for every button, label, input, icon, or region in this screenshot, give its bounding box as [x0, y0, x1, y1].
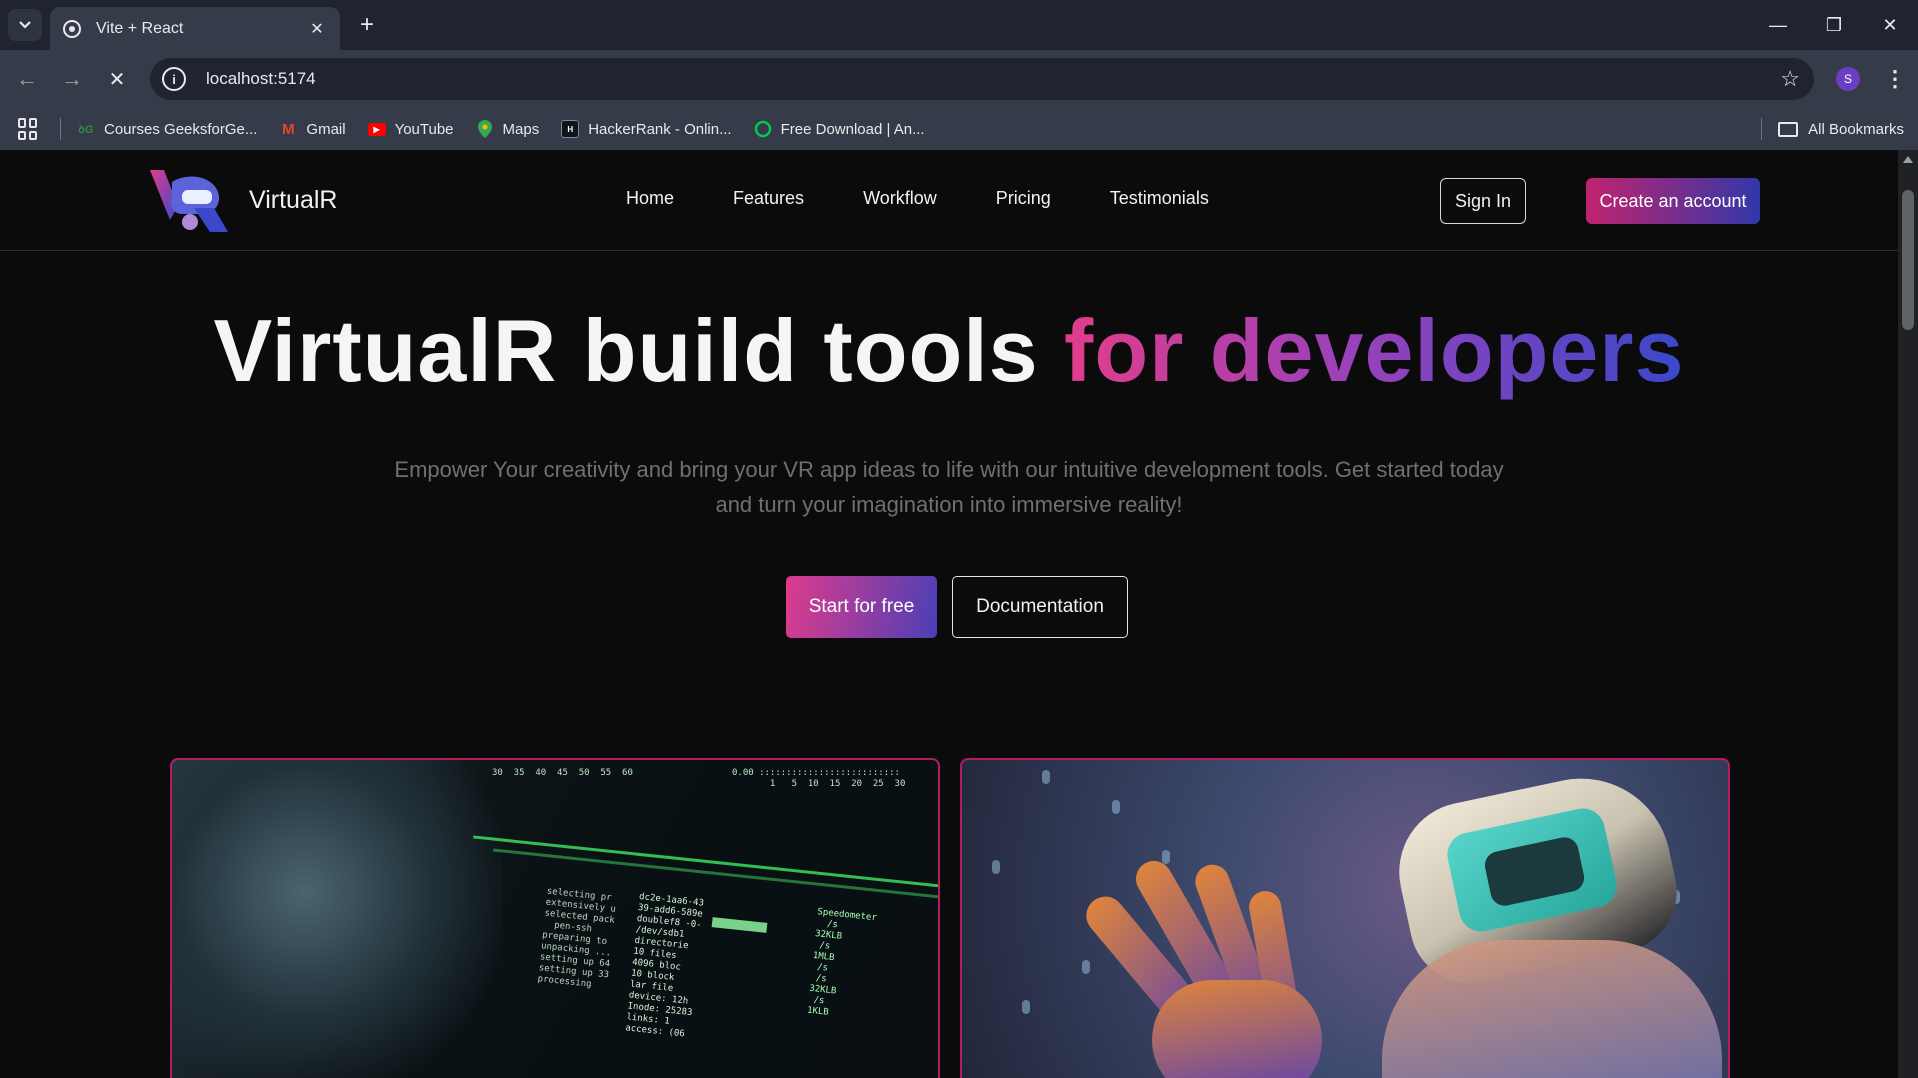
address-bar[interactable]: i localhost:5174 ☆ — [150, 58, 1814, 100]
page-viewport: VirtualR Home Features Workflow Pricing … — [0, 150, 1898, 1078]
bookmark-label: Free Download | An... — [780, 120, 925, 138]
hero-title: VirtualR build tools for developers — [0, 300, 1898, 402]
youtube-icon: ▶ — [367, 122, 386, 136]
profile-avatar[interactable]: S — [1836, 67, 1860, 91]
page-scrollbar[interactable] — [1898, 150, 1918, 1078]
all-bookmarks-label: All Bookmarks — [1808, 120, 1904, 138]
vr-headset-image — [960, 758, 1730, 1078]
main-nav: Home Features Workflow Pricing Testimoni… — [626, 188, 1268, 209]
tab-search-button[interactable] — [8, 9, 42, 41]
all-bookmarks[interactable]: All Bookmarks — [1761, 108, 1904, 150]
back-arrow-icon[interactable]: ← — [10, 62, 44, 96]
hackerrank-icon: H — [561, 120, 580, 138]
scroll-up-arrow-icon[interactable] — [1903, 156, 1913, 163]
browser-menu-icon[interactable]: ⋮ — [1880, 62, 1910, 96]
bookmark-youtube[interactable]: ▶ YouTube — [367, 120, 454, 138]
bookmarks-divider — [1761, 118, 1763, 140]
browser-toolbar: ← → ✕ i localhost:5174 ☆ S ⋮ — [0, 50, 1918, 108]
new-tab-button[interactable]: + — [352, 10, 382, 40]
folder-icon — [1778, 121, 1799, 137]
gmail-icon: M — [282, 120, 295, 138]
bokeh-dot — [992, 860, 1000, 874]
terminal-text-column: dc2e-1aa6-43 39-add6-589e doublef8 -0- /… — [624, 891, 705, 1040]
scrollbar-thumb[interactable] — [1902, 190, 1914, 330]
sign-in-button[interactable]: Sign In — [1440, 178, 1526, 224]
restore-icon[interactable]: ❐ — [1806, 0, 1862, 50]
bookmark-label: Courses GeeksforGe... — [104, 120, 258, 138]
bookmark-star-icon[interactable]: ☆ — [1780, 66, 1800, 92]
tab-title: Vite + React — [96, 19, 184, 37]
chevron-down-icon — [19, 21, 31, 29]
bokeh-dot — [1112, 800, 1120, 814]
apps-grid-icon[interactable] — [18, 118, 40, 140]
close-tab-icon[interactable]: ✕ — [306, 18, 328, 40]
bokeh-dot — [1162, 850, 1170, 864]
bokeh-dot — [1022, 1000, 1030, 1014]
minimize-icon[interactable]: — — [1750, 0, 1806, 50]
brand-name[interactable]: VirtualR — [249, 186, 337, 215]
terminal-cursor-block — [711, 917, 768, 933]
bookmark-gmail[interactable]: M Gmail — [279, 120, 345, 138]
vite-favicon-icon — [62, 19, 82, 39]
bokeh-dot — [1082, 960, 1090, 974]
nav-link-pricing[interactable]: Pricing — [996, 188, 1051, 209]
blurred-person-shape — [172, 760, 502, 1078]
maps-icon — [476, 120, 494, 138]
bookmark-maps[interactable]: Maps — [476, 120, 540, 138]
bokeh-dot — [1042, 770, 1050, 784]
site-navbar: VirtualR Home Features Workflow Pricing … — [0, 150, 1898, 251]
bookmark-label: Gmail — [306, 120, 346, 138]
terminal-text-column: selecting pr extensively u selected pack… — [537, 886, 617, 990]
code-terminal-image: selecting pr extensively u selected pack… — [170, 758, 940, 1078]
site-info-icon[interactable]: i — [162, 67, 186, 91]
nav-link-features[interactable]: Features — [733, 188, 804, 209]
bookmark-label: YouTube — [394, 120, 454, 138]
create-account-button[interactable]: Create an account — [1586, 178, 1760, 224]
terminal-highlight-line — [473, 835, 938, 888]
stop-loading-icon[interactable]: ✕ — [100, 62, 134, 96]
bookmarks-bar: ꝺG Courses GeeksforGe... M Gmail ▶ YouTu… — [0, 108, 1918, 150]
bookmark-geeksforgeeks[interactable]: ꝺG Courses GeeksforGe... — [77, 120, 257, 138]
hero-subtitle: Empower Your creativity and bring your V… — [394, 457, 1504, 517]
hand-palm-shape — [1152, 980, 1322, 1078]
forward-arrow-icon[interactable]: → — [55, 62, 89, 96]
person-face-shape — [1382, 940, 1722, 1078]
hero-title-plain: VirtualR build tools — [213, 301, 1065, 400]
browser-tabstrip: Vite + React ✕ + — ❐ ✕ — [0, 0, 1918, 50]
close-window-icon[interactable]: ✕ — [1862, 0, 1918, 50]
terminal-text-column: Speedometer /s 32KLB /s 1MLB /s /s 32KLB… — [806, 907, 878, 1018]
bookmark-hackerrank[interactable]: H HackerRank - Onlin... — [561, 120, 732, 138]
terminal-text-column: 0.00 :::::::::::::::::::::::::: 1 5 10 1… — [732, 768, 906, 789]
hero-title-gradient: for developers — [1064, 301, 1685, 400]
documentation-button[interactable]: Documentation — [952, 576, 1128, 638]
window-controls: — ❐ ✕ — [1750, 0, 1918, 50]
tab-active[interactable]: Vite + React ✕ — [50, 7, 340, 50]
download-site-icon — [754, 120, 772, 138]
bookmark-free-download[interactable]: Free Download | An... — [754, 120, 925, 138]
geeksforgeeks-icon: ꝺG — [78, 123, 94, 136]
bookmark-label: HackerRank - Onlin... — [588, 120, 732, 138]
nav-link-home[interactable]: Home — [626, 188, 674, 209]
virtualr-logo-icon[interactable] — [148, 168, 230, 232]
nav-link-workflow[interactable]: Workflow — [863, 188, 937, 209]
url-text[interactable]: localhost:5174 — [206, 69, 316, 89]
terminal-text-column: 30 35 40 45 50 55 60 — [492, 768, 633, 778]
bookmark-label: Maps — [502, 120, 540, 138]
start-for-free-button[interactable]: Start for free — [786, 576, 937, 638]
bookmarks-divider — [60, 118, 61, 140]
nav-link-testimonials[interactable]: Testimonials — [1110, 188, 1209, 209]
